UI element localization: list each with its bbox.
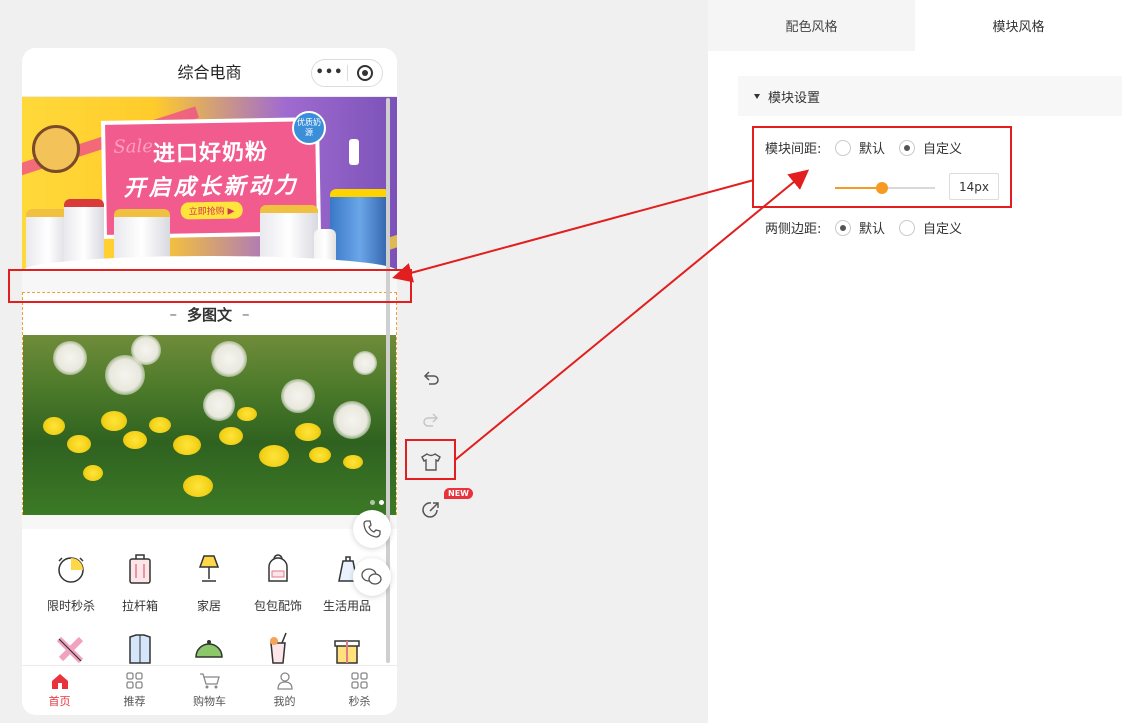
bag-icon [260, 551, 296, 587]
phone-preview: 综合电商 ••• Sale 进口好奶粉 开启成长新动力 立即抢购 ▶ 优质奶源 [22, 48, 397, 715]
shirt-icon [122, 631, 158, 667]
category-item[interactable] [107, 631, 173, 667]
gift-icon [329, 631, 365, 667]
caret-down-icon [754, 93, 760, 99]
food-cover-icon [191, 631, 227, 667]
carousel-dots[interactable] [370, 500, 384, 505]
redo-button[interactable] [419, 408, 443, 432]
banner-subheadline: 开启成长新动力 [123, 173, 299, 202]
drink-icon [260, 631, 296, 667]
redo-icon [423, 413, 439, 427]
category-item[interactable] [176, 631, 242, 667]
radio-icon [899, 219, 916, 236]
banner-headline: 进口好奶粉 [152, 140, 269, 168]
cross-tools-icon [53, 631, 89, 667]
category-label: 家居 [196, 599, 221, 613]
share-button[interactable] [419, 498, 443, 522]
category-item[interactable]: 包包配饰 [245, 551, 311, 614]
category-label: 限时秒杀 [46, 599, 95, 613]
banner-badge: 优质奶源 [292, 111, 326, 145]
tab-bar: 首页 推荐 购物车 我的 秒杀 [22, 665, 397, 715]
category-label: 包包配饰 [253, 599, 302, 613]
mascot-illustration [32, 125, 80, 173]
user-icon [276, 672, 293, 690]
dandelion-photo[interactable] [23, 335, 396, 515]
margin-default-radio[interactable]: 默认 [835, 218, 885, 237]
home-icon [51, 674, 68, 689]
phone-icon [363, 520, 381, 538]
banner-image[interactable]: Sale 进口好奶粉 开启成长新动力 立即抢购 ▶ 优质奶源 [22, 97, 397, 272]
tab-cart[interactable]: 购物车 [172, 666, 247, 715]
grid-icon [125, 672, 143, 689]
new-badge: NEW [444, 488, 473, 499]
luggage-icon [122, 551, 158, 587]
tab-label: 首页 [48, 695, 71, 708]
radio-checked-icon [835, 219, 851, 236]
title-dash-left: – [169, 305, 177, 323]
phone-header: 综合电商 ••• [22, 48, 397, 97]
tab-flash-sale[interactable]: 秒杀 [322, 666, 397, 715]
category-item[interactable]: 限时秒杀 [38, 551, 104, 614]
tab-color-style[interactable]: 配色风格 [708, 0, 915, 51]
category-item[interactable] [314, 631, 380, 667]
annotation-box-gap [8, 269, 412, 303]
more-icon[interactable]: ••• [312, 60, 347, 86]
share-icon [422, 502, 439, 518]
grid-icon [350, 672, 368, 689]
wechat-button[interactable] [353, 558, 391, 596]
category-label: 拉杆箱 [121, 599, 158, 613]
annotation-box-setting [752, 126, 1012, 208]
category-item[interactable]: 家居 [176, 551, 242, 614]
category-item[interactable] [38, 631, 104, 667]
category-label: 生活用品 [322, 599, 371, 613]
section-title: 模块设置 [768, 90, 821, 106]
tab-label: 我的 [273, 695, 296, 708]
tab-label: 秒杀 [348, 695, 371, 708]
clock-icon [53, 551, 89, 587]
margin-custom-radio[interactable]: 自定义 [899, 218, 962, 237]
multi-image-module[interactable]: – 多图文 – [22, 292, 397, 515]
tab-home[interactable]: 首页 [22, 666, 97, 715]
undo-button[interactable] [419, 366, 443, 390]
tab-mine[interactable]: 我的 [247, 666, 322, 715]
undo-icon [423, 371, 439, 385]
phone-call-button[interactable] [353, 510, 391, 548]
lamp-icon [191, 551, 227, 587]
banner-buy-button: 立即抢购 ▶ [180, 201, 243, 220]
tab-label: 推荐 [123, 695, 146, 708]
bottle-icon [349, 139, 359, 165]
module-title-text: 多图文 [186, 305, 232, 324]
category-item[interactable]: 拉杆箱 [107, 551, 173, 614]
panel-tabs: 配色风格 模块风格 [708, 0, 1122, 51]
mini-program-capsule: ••• [311, 59, 383, 87]
wechat-icon [361, 568, 382, 585]
category-grid: 限时秒杀 拉杆箱 家居 包包配饰 生活用品 [22, 529, 397, 665]
tab-label: 购物车 [193, 695, 226, 708]
tab-recommend[interactable]: 推荐 [97, 666, 172, 715]
side-margin-row: 两侧边距: 默认 自定义 [765, 218, 976, 237]
milk-can-icon [330, 189, 390, 271]
section-header[interactable]: 模块设置 [738, 76, 1122, 116]
tab-module-style[interactable]: 模块风格 [915, 0, 1122, 51]
side-margin-label: 两侧边距: [765, 222, 822, 237]
title-dash-right: – [242, 305, 250, 323]
close-target-icon[interactable] [348, 65, 382, 81]
cart-icon [199, 673, 220, 689]
category-item[interactable] [245, 631, 311, 667]
annotation-box-tool [405, 439, 456, 480]
settings-panel: 配色风格 模块风格 模块设置 模块间距: 默认 自定义 14px 两侧边距: 默… [708, 0, 1122, 723]
